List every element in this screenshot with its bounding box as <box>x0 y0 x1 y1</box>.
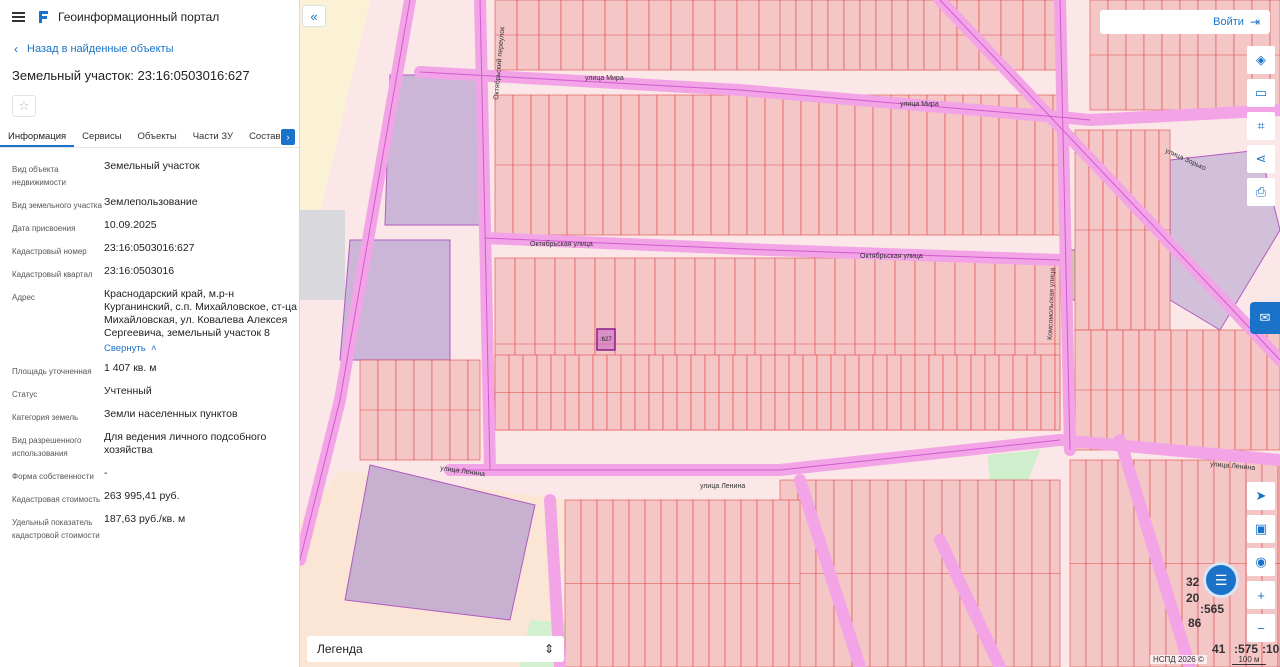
assistant-side-icon[interactable]: ✉ <box>1250 302 1280 334</box>
street-label: улица Мира <box>585 75 624 82</box>
collapse-label: Свернуть <box>104 343 146 354</box>
info-value: 23:16:0503016:627 <box>104 242 195 254</box>
map-label: :575 <box>1234 642 1259 656</box>
map-canvas[interactable]: :627 улица Мира улица Мира Октябрьская у… <box>300 0 1280 667</box>
info-row: Форма собственности - <box>12 467 297 483</box>
chevron-up-icon: ˄ <box>148 343 157 354</box>
map-label: :106 <box>1262 642 1280 656</box>
info-value: Земли населенных пунктов <box>104 408 238 420</box>
menu-icon[interactable] <box>12 12 25 22</box>
chat-icon[interactable]: ☰ <box>1203 562 1239 598</box>
info-value: 187,63 руб./кв. м <box>104 513 186 525</box>
map-tools-bottom: ➤ ▣ ◉ + − <box>1247 482 1275 647</box>
info-value: Земельный участок <box>104 160 200 172</box>
crop-icon[interactable]: ⌗ <box>1247 112 1275 140</box>
street-label: Октябрьская улица <box>860 252 923 260</box>
street-label: Октябрьская улица <box>530 240 593 248</box>
legend-label: Легенда <box>317 642 363 656</box>
info-label: Вид земельного участка <box>12 201 102 210</box>
info-value: 1 407 кв. м <box>104 362 157 374</box>
info-row: Категория земель Земли населенных пункто… <box>12 408 297 424</box>
print-icon[interactable]: ⎙ <box>1247 178 1275 206</box>
info-value: 263 995,41 руб. <box>104 490 180 502</box>
tab-objects[interactable]: Объекты <box>130 126 185 147</box>
info-row: Кадастровый номер 23:16:0503016:627 <box>12 242 297 258</box>
pin-icon[interactable]: ◉ <box>1247 548 1275 576</box>
street-label: улица Ленина <box>700 483 745 490</box>
map-tools: ◈ ▭ ⌗ ⋖ ⎙ <box>1247 46 1275 211</box>
chevron-left-icon: ‹ <box>14 42 18 56</box>
info-label: Кадастровый квартал <box>12 270 93 279</box>
info-row: Статус Учтенный <box>12 385 297 401</box>
layers-icon[interactable]: ◈ <box>1247 46 1275 74</box>
map-label: 86 <box>1188 616 1202 630</box>
back-label: Назад в найденные объекты <box>27 43 174 55</box>
portal-logo-icon <box>39 11 48 23</box>
screen-icon[interactable]: ▣ <box>1247 515 1275 543</box>
info-row: Площадь уточненная 1 407 кв. м <box>12 362 297 378</box>
selected-parcel-number: :627 <box>600 337 612 343</box>
collapse-link[interactable]: Свернуть ˄ <box>104 342 297 355</box>
tab-info[interactable]: Информация <box>0 126 75 147</box>
info-label: Вид разрешенного использования <box>12 436 82 458</box>
tab-parts[interactable]: Части ЗУ <box>185 126 241 147</box>
app-title: Геоинформационный портал <box>58 10 220 24</box>
info-value: 10.09.2025 <box>104 219 157 231</box>
info-value: Землепользование <box>104 196 198 208</box>
object-title: Земельный участок: 23:16:0503016:627 <box>12 68 250 83</box>
tab-bar: Информация Сервисы Объекты Части ЗУ Сост… <box>0 126 299 148</box>
login-button[interactable]: Войти ⇥ <box>1100 10 1270 34</box>
info-label: Кадастровая стоимость <box>12 495 101 504</box>
locate-icon[interactable]: ➤ <box>1247 482 1275 510</box>
info-row-address: Адрес Краснодарский край, м.р-н Курганин… <box>12 288 297 355</box>
legend-dropdown[interactable]: Легенда ⇕ <box>307 636 564 662</box>
map-label: 32 <box>1186 575 1200 589</box>
attribution: НСПД 2026 © <box>1150 655 1207 664</box>
info-value: - <box>104 467 108 479</box>
info-row: Вид разрешенного использования Для веден… <box>12 431 297 460</box>
info-label: Категория земель <box>12 413 79 422</box>
info-row: Вид земельного участка Землепользование <box>12 196 297 212</box>
map-label: 20 <box>1186 591 1200 605</box>
info-label: Площадь уточненная <box>12 367 92 376</box>
favorite-star-icon[interactable]: ☆ <box>12 95 36 117</box>
info-row: Кадастровая стоимость 263 995,41 руб. <box>12 490 297 506</box>
zoom-out-icon[interactable]: − <box>1247 614 1275 642</box>
info-label: Кадастровый номер <box>12 247 87 256</box>
info-value: Для ведения личного подсобного хозяйства <box>104 431 267 456</box>
info-label: Вид объекта недвижимости <box>12 165 66 187</box>
map-label: :565 <box>1200 602 1225 616</box>
chevron-updown-icon: ⇕ <box>543 642 554 656</box>
info-list: Вид объекта недвижимости Земельный участ… <box>12 160 297 549</box>
info-label: Форма собственности <box>12 472 94 481</box>
info-label: Статус <box>12 390 38 399</box>
share-icon[interactable]: ⋖ <box>1247 145 1275 173</box>
tabs-scroll-right-icon[interactable]: › <box>281 129 295 145</box>
info-row: Вид объекта недвижимости Земельный участ… <box>12 160 297 189</box>
info-value: Учтенный <box>104 385 152 397</box>
info-value-container: Краснодарский край, м.р-н Курганинский, … <box>104 288 297 355</box>
info-panel: Геоинформационный портал ‹ Назад в найде… <box>0 0 300 667</box>
scale-bar: 100 м <box>1232 655 1266 665</box>
info-row: Удельный показатель кадастровой стоимост… <box>12 513 297 542</box>
info-label: Удельный показатель кадастровой стоимост… <box>12 518 100 540</box>
info-label: Адрес <box>12 293 35 302</box>
login-label: Войти <box>1213 16 1244 28</box>
address-value: Краснодарский край, м.р-н Курганинский, … <box>104 288 297 339</box>
ruler-icon[interactable]: ▭ <box>1247 79 1275 107</box>
info-value: 23:16:0503016 <box>104 265 175 277</box>
zoom-in-icon[interactable]: + <box>1247 581 1275 609</box>
info-row: Дата присвоения 10.09.2025 <box>12 219 297 235</box>
info-label: Дата присвоения <box>12 224 76 233</box>
street-label: улица Мира <box>900 101 939 108</box>
cadastral-map[interactable]: :627 улица Мира улица Мира Октябрьская у… <box>300 0 1280 667</box>
panel-topbar: Геоинформационный портал <box>0 0 299 34</box>
back-to-results-link[interactable]: ‹ Назад в найденные объекты <box>0 42 299 56</box>
login-icon: ⇥ <box>1249 15 1260 29</box>
tab-services[interactable]: Сервисы <box>74 126 129 147</box>
info-row: Кадастровый квартал 23:16:0503016 <box>12 265 297 281</box>
map-label: 41 <box>1212 642 1226 656</box>
collapse-panel-icon[interactable]: « <box>302 5 326 27</box>
